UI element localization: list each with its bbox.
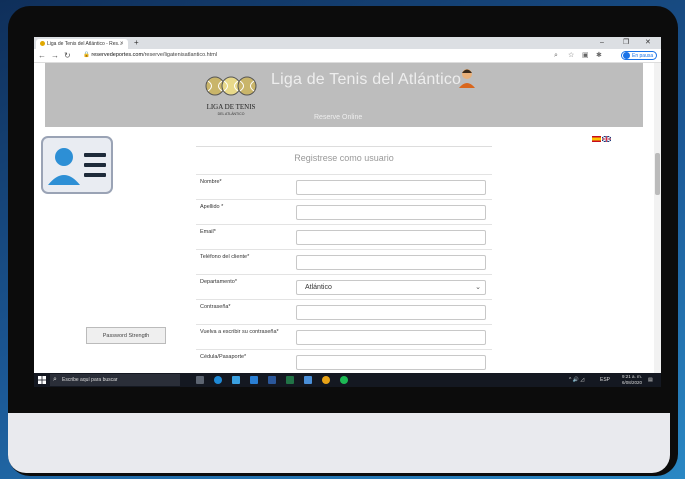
maximize-button[interactable]: ❐ bbox=[623, 38, 629, 48]
extensions-puzzle-icon[interactable]: ✱ bbox=[596, 50, 602, 61]
pause-label: En pausa bbox=[632, 53, 654, 59]
departamento-label: Departamento* bbox=[200, 279, 237, 285]
spain-flag-icon[interactable] bbox=[592, 136, 601, 142]
language-flags bbox=[592, 129, 612, 147]
nombre-label: Nombre* bbox=[200, 179, 222, 185]
url-field[interactable]: 🔒 reservedeportes.com/reserve/ligatenisa… bbox=[83, 51, 543, 60]
system-tray-icons[interactable]: ^ 🔊 ◿ bbox=[569, 373, 584, 387]
store-icon[interactable] bbox=[250, 376, 258, 384]
scrollbar-thumb[interactable] bbox=[655, 153, 660, 195]
telefono-label: Teléfono del cliente* bbox=[200, 254, 250, 260]
form-row-contrasena: Contraseña* bbox=[196, 299, 492, 325]
profile-avatar-icon bbox=[623, 52, 630, 59]
form-row-apellido: Apellido * bbox=[196, 199, 492, 225]
form-divider bbox=[196, 146, 492, 147]
lock-icon: 🔒 bbox=[83, 52, 90, 58]
cedula-label: Cédula/Pasaporte* bbox=[200, 354, 247, 360]
monitor-bezel-bottom bbox=[8, 413, 670, 473]
back-icon[interactable]: ← bbox=[38, 50, 46, 61]
minimize-button[interactable]: – bbox=[600, 38, 604, 48]
contrasena-input[interactable] bbox=[296, 305, 486, 320]
contrasena-label: Contraseña* bbox=[200, 304, 231, 310]
uk-flag-icon[interactable] bbox=[602, 136, 611, 142]
forward-icon[interactable]: → bbox=[51, 50, 59, 61]
form-row-departamento: Departamento* Atlántico ⌄ bbox=[196, 274, 492, 300]
browser-tab-strip: Liga de Tenis del Atlántico - Res... × +… bbox=[34, 37, 661, 49]
address-bar-row: ← → ↻ 🔒 reservedeportes.com/reserve/liga… bbox=[34, 49, 661, 63]
telefono-input[interactable] bbox=[296, 255, 486, 270]
cedula-input[interactable] bbox=[296, 355, 486, 370]
clock-date: 6/08/2020 bbox=[622, 380, 643, 385]
form-row-confirm-contrasena: Vuelva a escribir su contraseña* bbox=[196, 324, 492, 350]
logo-subtext: DEL ATLÁNTICO bbox=[217, 112, 245, 116]
taskbar-search-box[interactable]: ⌕ Escribe aquí para buscar bbox=[50, 374, 180, 386]
language-indicator[interactable]: ESP bbox=[600, 373, 610, 387]
favicon-icon bbox=[40, 41, 45, 47]
form-row-cedula: Cédula/Pasaporte* bbox=[196, 349, 492, 373]
zoom-icon[interactable]: ⌕ bbox=[554, 50, 558, 61]
spotify-icon[interactable] bbox=[340, 376, 348, 384]
edge-icon[interactable] bbox=[214, 376, 222, 384]
chevron-down-icon: ⌄ bbox=[475, 284, 481, 291]
url-path: /reserve/ligatenisatlantico.html bbox=[143, 52, 218, 58]
form-row-nombre: Nombre* bbox=[196, 174, 492, 200]
departamento-value: Atlántico bbox=[305, 284, 332, 291]
close-window-button[interactable]: ✕ bbox=[645, 38, 651, 48]
screen: Liga de Tenis del Atlántico - Res... × +… bbox=[34, 37, 661, 387]
url-domain: reservedeportes.com bbox=[91, 52, 144, 58]
site-title: Liga de Tenis del Atlántico bbox=[271, 71, 462, 88]
profile-paused-button[interactable]: En pausa bbox=[621, 51, 657, 60]
browser-tab[interactable]: Liga de Tenis del Atlántico - Res... bbox=[36, 39, 128, 49]
task-view-icon[interactable] bbox=[196, 376, 204, 384]
page-scrollbar[interactable] bbox=[654, 63, 661, 373]
extension-icon[interactable]: ▣ bbox=[582, 50, 589, 61]
email-input[interactable] bbox=[296, 230, 486, 245]
web-page: LIGA DE TENIS DEL ATLÁNTICO Liga de Teni… bbox=[34, 63, 654, 373]
tab-close-icon[interactable]: × bbox=[120, 39, 124, 49]
taskbar: ⌕ Escribe aquí para buscar ^ 🔊 ◿ ESP 9:2… bbox=[34, 373, 661, 387]
notifications-icon[interactable]: ▤ bbox=[648, 373, 653, 387]
windows-start-icon[interactable] bbox=[38, 376, 46, 384]
confirm-contrasena-label: Vuelva a escribir su contraseña* bbox=[200, 329, 279, 335]
email-label: Email* bbox=[200, 229, 216, 235]
chrome-icon[interactable] bbox=[322, 376, 330, 384]
taskbar-clock[interactable]: 9:21 a. m. 6/08/2020 bbox=[622, 374, 642, 386]
user-avatar-icon[interactable] bbox=[457, 66, 477, 88]
mail-icon[interactable] bbox=[304, 376, 312, 384]
tennis-balls-logo-icon bbox=[205, 76, 257, 96]
password-strength-indicator: Password Strength bbox=[86, 327, 166, 344]
logo-text: LIGA DE TENIS bbox=[206, 103, 256, 111]
reload-icon[interactable]: ↻ bbox=[64, 50, 71, 61]
nav-reserve-online[interactable]: Reserve Online bbox=[314, 114, 362, 121]
form-heading: Registrese como usuario bbox=[294, 153, 394, 163]
bookmark-star-icon[interactable]: ☆ bbox=[568, 50, 574, 61]
search-icon: ⌕ bbox=[53, 376, 57, 383]
tab-title: Liga de Tenis del Atlántico - Res... bbox=[47, 41, 123, 47]
file-explorer-icon[interactable] bbox=[232, 376, 240, 384]
apellido-input[interactable] bbox=[296, 205, 486, 220]
form-row-telefono: Teléfono del cliente* bbox=[196, 249, 492, 275]
user-card-icon bbox=[41, 136, 113, 194]
confirm-contrasena-input[interactable] bbox=[296, 330, 486, 345]
form-row-email: Email* bbox=[196, 224, 492, 250]
apellido-label: Apellido * bbox=[200, 204, 224, 210]
word-icon[interactable] bbox=[268, 376, 276, 384]
departamento-select[interactable]: Atlántico ⌄ bbox=[296, 280, 486, 295]
taskbar-search-placeholder: Escribe aquí para buscar bbox=[62, 377, 118, 383]
new-tab-button[interactable]: + bbox=[134, 38, 139, 48]
excel-icon[interactable] bbox=[286, 376, 294, 384]
site-header: LIGA DE TENIS DEL ATLÁNTICO Liga de Teni… bbox=[45, 63, 643, 127]
nombre-input[interactable] bbox=[296, 180, 486, 195]
